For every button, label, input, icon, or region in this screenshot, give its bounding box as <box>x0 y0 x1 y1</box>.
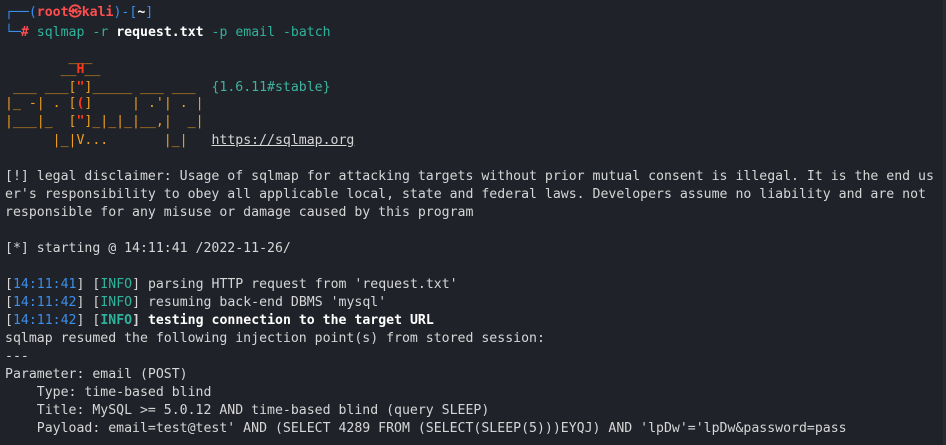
disclaimer-line-1: [!] legal disclaimer: Usage of sqlmap fo… <box>5 169 934 184</box>
terminal-window[interactable]: ┌──(root㉿kali)-[~] └─# sqlmap -r request… <box>0 0 946 445</box>
disclaimer-line-3: responsible for any misuse or damage cau… <box>5 205 474 220</box>
banner-line-5: |___|_ ["]_|_|_|__,| _| <box>5 114 204 129</box>
prompt-user: root <box>36 5 69 20</box>
starting-line: [*] starting @ 14:11:41 /2022-11-26/ <box>5 241 291 256</box>
command-args: -p email -batch <box>211 25 331 40</box>
separator-line: --- <box>5 349 29 364</box>
prompt-host: kali <box>81 5 114 20</box>
prompt-line-1: ┌──(root㉿kali)-[~] <box>5 5 154 20</box>
command-flag-r: -r <box>92 25 109 40</box>
banner-line-4: |_ -| . [(] | .'| . | <box>5 96 204 111</box>
payload-line: Payload: email=test@test' AND (SELECT 42… <box>5 421 847 436</box>
log-line: [14:11:42] [INFO] resuming back-end DBMS… <box>5 295 387 310</box>
resumed-line: sqlmap resumed the following injection p… <box>5 331 545 346</box>
banner-line-2: __H__ <box>5 62 101 77</box>
command-name: sqlmap <box>36 25 85 40</box>
sqlmap-version: {1.6.11#stable} <box>211 80 331 95</box>
command-line[interactable]: └─# sqlmap -r request.txt -p email -batc… <box>5 24 331 42</box>
log-line: [14:11:42] [INFO] testing connection to … <box>5 313 434 328</box>
parameter-line: Parameter: email (POST) <box>5 367 188 382</box>
log-line: [14:11:41] [INFO] parsing HTTP request f… <box>5 277 458 292</box>
type-line: Type: time-based blind <box>5 385 212 400</box>
sqlmap-url-link[interactable]: https://sqlmap.org <box>211 133 354 148</box>
title-line: Title: MySQL >= 5.0.12 AND time-based bl… <box>5 403 490 418</box>
command-file: request.txt <box>116 25 204 40</box>
banner-line-6: |_|V... |_| https://sqlmap.org <box>5 133 355 148</box>
disclaimer-line-2: er's responsibility to obey all applicab… <box>5 187 926 202</box>
